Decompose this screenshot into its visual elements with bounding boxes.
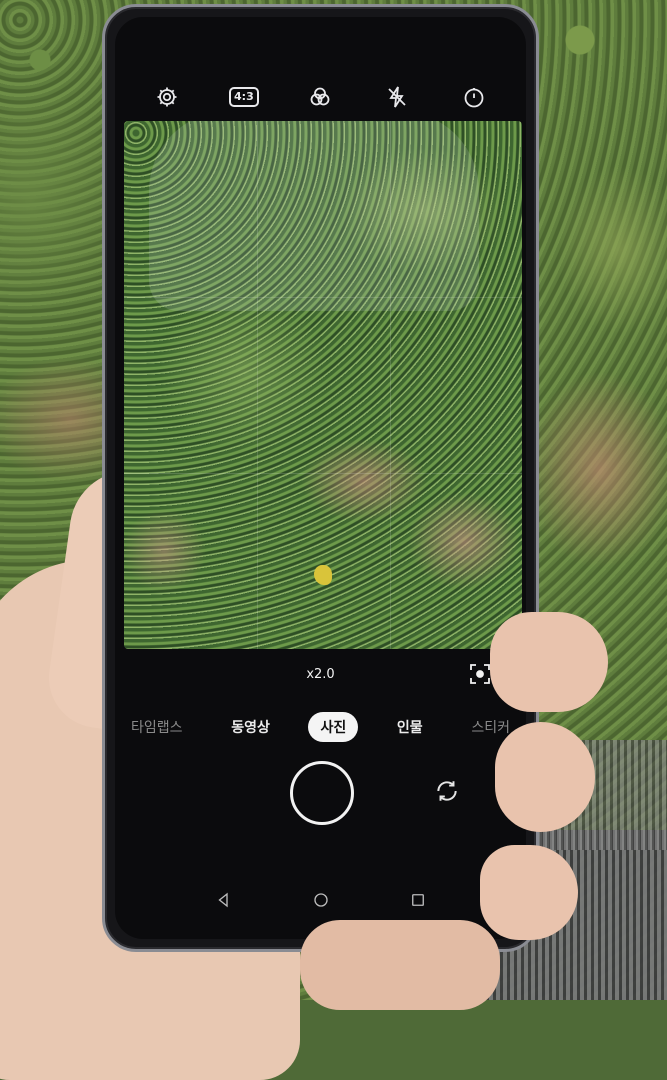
mode-portrait[interactable]: 인물: [387, 713, 433, 741]
zoom-level-button[interactable]: x2.0: [115, 667, 526, 682]
timer-icon[interactable]: [457, 80, 491, 114]
smartphone: 4:3 x2.0 타임랩스 동영상 사진 인물 스티커: [102, 4, 539, 952]
camera-mode-selector: 타임랩스 동영상 사진 인물 스티커: [115, 710, 526, 744]
grid-line: [124, 297, 522, 298]
grid-line: [257, 121, 258, 649]
finger-ring: [480, 845, 578, 940]
screen-glare: [149, 121, 479, 311]
aspect-ratio-label: 4:3: [229, 87, 259, 107]
flash-off-icon[interactable]: [380, 80, 414, 114]
yellow-leaf: [314, 565, 332, 585]
mode-video[interactable]: 동영상: [221, 713, 280, 741]
mode-timelapse[interactable]: 타임랩스: [121, 713, 193, 741]
switch-camera-icon[interactable]: [434, 778, 460, 804]
camera-viewfinder[interactable]: [124, 121, 522, 649]
camera-app-screen: 4:3 x2.0 타임랩스 동영상 사진 인물 스티커: [115, 17, 526, 939]
mode-photo[interactable]: 사진: [308, 712, 359, 742]
gear-icon[interactable]: [150, 80, 184, 114]
focus-target-icon[interactable]: [468, 662, 492, 686]
finger-index: [490, 612, 608, 712]
camera-top-toolbar: 4:3: [115, 77, 526, 117]
grid-line: [390, 121, 391, 649]
grid-line: [124, 473, 522, 474]
aspect-ratio-button[interactable]: 4:3: [227, 80, 261, 114]
back-triangle-icon[interactable]: [215, 891, 233, 913]
home-circle-icon[interactable]: [312, 891, 330, 913]
hand-base: [300, 920, 500, 1010]
shutter-button[interactable]: [289, 761, 354, 825]
system-nav-bar: [115, 887, 526, 917]
filter-circles-icon[interactable]: [303, 80, 337, 114]
recents-square-icon[interactable]: [409, 891, 427, 913]
